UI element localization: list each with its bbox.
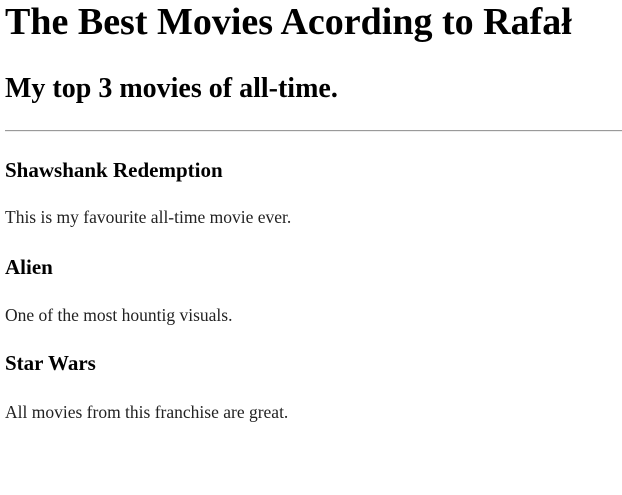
page-subtitle: My top 3 movies of all-time. (5, 73, 338, 104)
page: The Best Movies Acording to Rafał My top… (0, 0, 622, 495)
movie-description: All movies from this franchise are great… (5, 402, 289, 422)
movie-description: One of the most hountig visuals. (5, 305, 233, 325)
movie-title: Alien (5, 255, 53, 279)
divider (5, 130, 622, 132)
movie-title: Star Wars (5, 351, 96, 375)
movie-title: Shawshank Redemption (5, 158, 223, 182)
movie-description: This is my favourite all-time movie ever… (5, 207, 292, 227)
page-title: The Best Movies Acording to Rafał (5, 1, 572, 43)
